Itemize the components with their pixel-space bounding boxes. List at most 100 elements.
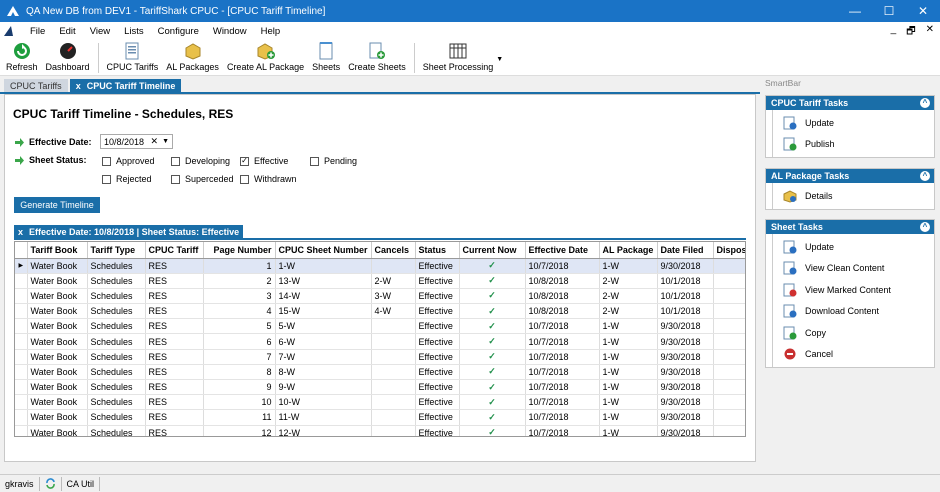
cell-date-filed[interactable]: 10/1/2018	[657, 303, 714, 320]
cell-status[interactable]: Effective	[415, 288, 460, 305]
dashboard-button[interactable]: Dashboard	[42, 40, 94, 76]
cell-tariff-book[interactable]: Water Book	[27, 318, 88, 335]
cell-tariff-type[interactable]: Schedules	[87, 258, 146, 274]
tab-close-icon[interactable]: x	[76, 81, 81, 91]
checkbox[interactable]	[310, 156, 319, 166]
row-selector[interactable]	[15, 318, 28, 335]
status-checkbox-approved[interactable]: Approved	[102, 156, 155, 166]
table-row[interactable]: Water Book Schedules RES 3 14-W 3-W Effective ✓…	[15, 288, 745, 305]
cell-cpuc-tariff[interactable]: RES	[145, 409, 204, 426]
cell-page-number[interactable]: 12	[203, 425, 276, 436]
column-header-tariff-book[interactable]: Tariff Book	[27, 242, 88, 259]
cell-cpuc-sheet-number[interactable]: 13-W	[275, 273, 372, 289]
cell-current-now[interactable]: ✓	[459, 288, 526, 305]
cell-cpuc-tariff[interactable]: RES	[145, 333, 204, 350]
cell-cpuc-sheet-number[interactable]: 14-W	[275, 288, 372, 305]
cell-tariff-book[interactable]: Water Book	[27, 349, 88, 365]
cell-cancels[interactable]	[371, 333, 416, 350]
cell-disposition[interactable]	[713, 303, 745, 320]
cell-tariff-book[interactable]: Water Book	[27, 303, 88, 320]
cell-al-package[interactable]: 2-W	[599, 303, 658, 320]
cell-tariff-book[interactable]: Water Book	[27, 273, 88, 289]
cell-disposition[interactable]	[713, 425, 745, 436]
chevron-down-icon[interactable]: ▼	[162, 138, 169, 145]
cell-cpuc-sheet-number[interactable]: 1-W	[275, 258, 372, 274]
cell-cancels[interactable]	[371, 425, 416, 436]
menu-window[interactable]: Window	[206, 26, 254, 37]
cell-page-number[interactable]: 4	[203, 303, 276, 320]
cell-page-number[interactable]: 3	[203, 288, 276, 305]
chevron-down-icon[interactable]: ▼	[496, 56, 503, 63]
cell-cpuc-tariff[interactable]: RES	[145, 273, 204, 289]
cell-disposition[interactable]	[713, 288, 745, 305]
cell-al-package[interactable]: 1-W	[599, 349, 658, 365]
cell-al-package[interactable]: 1-W	[599, 364, 658, 381]
cell-tariff-type[interactable]: Schedules	[87, 273, 146, 289]
cell-effective-date[interactable]: 10/8/2018	[525, 288, 600, 305]
cell-tariff-book[interactable]: Water Book	[27, 425, 88, 436]
cell-cpuc-sheet-number[interactable]: 7-W	[275, 349, 372, 365]
cell-date-filed[interactable]: 9/30/2018	[657, 318, 714, 335]
column-header-cpuc-sheet-number[interactable]: CPUC Sheet Number	[275, 242, 372, 259]
cell-date-filed[interactable]: 9/30/2018	[657, 349, 714, 365]
cell-page-number[interactable]: 6	[203, 333, 276, 350]
panel-header[interactable]: Sheet Tasks ^	[766, 220, 934, 234]
column-header-disposition[interactable]: Disposi	[713, 242, 745, 259]
menu-view[interactable]: View	[83, 26, 117, 37]
table-row[interactable]: Water Book Schedules RES 6 6-W Effective ✓ 10/7…	[15, 333, 745, 350]
cell-cancels[interactable]: 3-W	[371, 288, 416, 305]
cell-current-now[interactable]: ✓	[459, 333, 526, 350]
cell-disposition[interactable]	[713, 333, 745, 350]
collapse-icon[interactable]: ^	[920, 171, 930, 181]
cell-date-filed[interactable]: 9/30/2018	[657, 364, 714, 381]
cell-cpuc-sheet-number[interactable]: 15-W	[275, 303, 372, 320]
cell-cpuc-sheet-number[interactable]: 12-W	[275, 425, 372, 436]
checkbox[interactable]	[102, 174, 111, 184]
cell-cancels[interactable]	[371, 258, 416, 274]
cell-effective-date[interactable]: 10/7/2018	[525, 258, 600, 274]
create-al-package-button[interactable]: Create AL Package	[223, 40, 308, 76]
cell-disposition[interactable]	[713, 318, 745, 335]
table-row[interactable]: Water Book Schedules RES 11 11-W Effective ✓ 10…	[15, 409, 745, 426]
cell-status[interactable]: Effective	[415, 409, 460, 426]
cell-status[interactable]: Effective	[415, 349, 460, 365]
cell-cpuc-tariff[interactable]: RES	[145, 379, 204, 396]
cell-al-package[interactable]: 2-W	[599, 288, 658, 305]
table-row[interactable]: Water Book Schedules RES 9 9-W Effective ✓ 10/7…	[15, 379, 745, 396]
view-marked-content-link[interactable]: View Marked Content	[773, 279, 934, 301]
cell-disposition[interactable]	[713, 273, 745, 289]
row-selector[interactable]	[15, 379, 28, 396]
cell-cpuc-tariff[interactable]: RES	[145, 288, 204, 305]
row-selector[interactable]	[15, 349, 28, 365]
tab-cpuc-tariffs[interactable]: CPUC Tariffs	[4, 79, 68, 92]
cell-cpuc-tariff[interactable]: RES	[145, 258, 204, 274]
cell-tariff-book[interactable]: Water Book	[27, 379, 88, 396]
column-header-cancels[interactable]: Cancels	[371, 242, 416, 259]
cell-tariff-type[interactable]: Schedules	[87, 349, 146, 365]
tab-cpuc-tariff-timeline[interactable]: x CPUC Tariff Timeline	[69, 79, 182, 92]
menu-file[interactable]: File	[23, 26, 52, 37]
panel-header[interactable]: CPUC Tariff Tasks ^	[766, 96, 934, 110]
cell-date-filed[interactable]: 9/30/2018	[657, 425, 714, 436]
cell-effective-date[interactable]: 10/7/2018	[525, 364, 600, 381]
cell-al-package[interactable]: 1-W	[599, 333, 658, 350]
cell-tariff-type[interactable]: Schedules	[87, 394, 146, 411]
cell-effective-date[interactable]: 10/7/2018	[525, 333, 600, 350]
row-selector[interactable]	[15, 364, 28, 381]
cell-page-number[interactable]: 9	[203, 379, 276, 396]
menu-lists[interactable]: Lists	[117, 26, 151, 37]
cell-effective-date[interactable]: 10/8/2018	[525, 273, 600, 289]
cell-cancels[interactable]: 2-W	[371, 273, 416, 289]
cell-page-number[interactable]: 10	[203, 394, 276, 411]
table-row[interactable]: Water Book Schedules RES 5 5-W Effective ✓ 10/7…	[15, 318, 745, 335]
cell-cancels[interactable]	[371, 364, 416, 381]
status-checkbox-superceded[interactable]: Superceded	[171, 174, 234, 184]
menu-help[interactable]: Help	[254, 26, 288, 37]
cell-status[interactable]: Effective	[415, 364, 460, 381]
cell-al-package[interactable]: 1-W	[599, 258, 658, 274]
checkbox[interactable]	[171, 174, 180, 184]
sheets-button[interactable]: Sheets	[308, 40, 344, 76]
cell-tariff-type[interactable]: Schedules	[87, 379, 146, 396]
cell-current-now[interactable]: ✓	[459, 394, 526, 411]
table-row[interactable]: Water Book Schedules RES 2 13-W 2-W Effective ✓…	[15, 273, 745, 289]
